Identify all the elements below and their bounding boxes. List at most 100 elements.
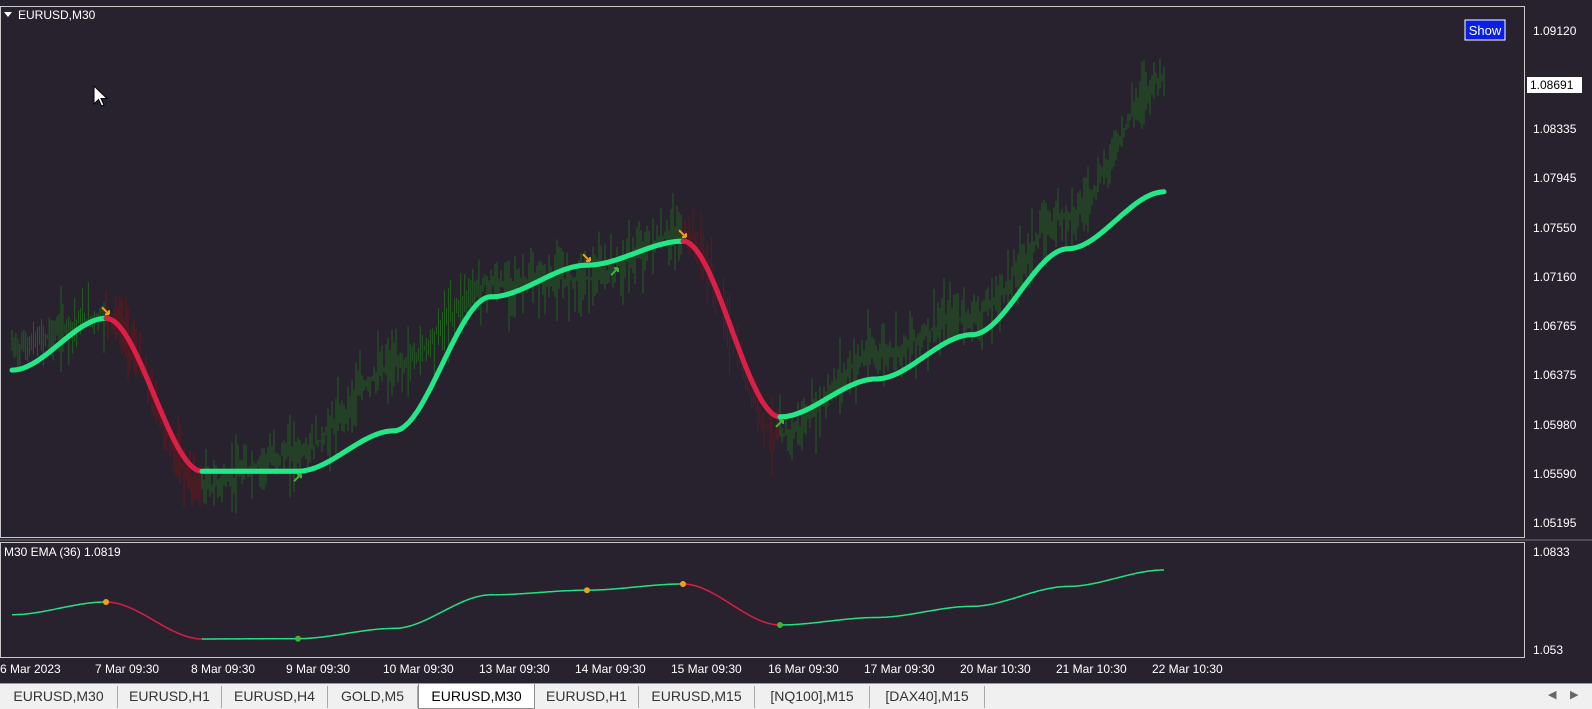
- show-button[interactable]: Show: [1464, 19, 1506, 41]
- scroll-right-icon[interactable]: ▶: [1570, 688, 1578, 701]
- ema-segment: [459, 601, 463, 604]
- ema-segment: [124, 605, 128, 608]
- price-axis-label: 1.06375: [1533, 368, 1577, 382]
- chart-tab[interactable]: EURUSD,M30: [0, 686, 118, 708]
- chart-tabs-bar: EURUSD,M30 EURUSD,H1 EURUSD,H4 GOLD,M5 E…: [0, 683, 1592, 709]
- ema-segment: [757, 619, 761, 622]
- ema-segment: [1125, 574, 1129, 577]
- ema-segment: [122, 604, 126, 607]
- time-axis-label: 14 Mar 09:30: [575, 662, 646, 676]
- ema-segment: [478, 595, 482, 598]
- ema-segment: [697, 585, 701, 589]
- ema-segment: [1010, 597, 1014, 601]
- ema-segment: [115, 602, 119, 605]
- current-price: 1.08691: [1530, 78, 1574, 92]
- ema-segment: [998, 601, 1002, 604]
- chart-tab[interactable]: EURUSD,M15: [639, 686, 755, 708]
- ema-segment: [1022, 594, 1026, 597]
- time-axis-label: 20 Mar 10:30: [960, 662, 1031, 676]
- time-axis-label: 22 Mar 10:30: [1152, 662, 1223, 676]
- ema-turn-dot: [680, 581, 686, 587]
- ema-segment: [1118, 576, 1121, 579]
- ema-segment: [187, 635, 191, 639]
- ema-segment: [129, 607, 133, 610]
- ema-segment: [1135, 572, 1138, 575]
- ema-turn-dot: [584, 587, 590, 594]
- chart-canvas[interactable]: EURUSD,M30 Show 1.09120 1.08335 1.07945 …: [0, 0, 1592, 709]
- ema-segment: [1132, 572, 1136, 575]
- ema-segment: [694, 584, 698, 588]
- ema-segment: [182, 634, 186, 637]
- time-axis-label: 7 Mar 09:30: [95, 662, 159, 676]
- ema-segment: [172, 630, 176, 633]
- chart-tab[interactable]: [NQ100],M15: [755, 686, 870, 708]
- ema-segment: [1002, 599, 1006, 603]
- ema-segment: [413, 623, 417, 626]
- ema-segment: [192, 637, 195, 640]
- ema-segment: [767, 622, 771, 625]
- chart-tab-active[interactable]: EURUSD,M30: [418, 684, 535, 709]
- ema-segment: [1005, 599, 1009, 602]
- ema-segment: [704, 588, 708, 592]
- ema-segment: [468, 597, 472, 600]
- time-axis-label: 16 Mar 09:30: [768, 662, 839, 676]
- ema-segment: [770, 623, 773, 626]
- ema-segment: [993, 602, 997, 605]
- chart-tab[interactable]: EURUSD,H1: [118, 686, 222, 708]
- ema-segment: [1000, 600, 1004, 603]
- ema-segment: [1123, 575, 1126, 578]
- ema-segment: [1127, 573, 1131, 576]
- time-axis-label: 6 Mar 2023: [0, 662, 61, 676]
- ema-segment: [42, 610, 46, 613]
- chart-tab[interactable]: EURUSD,H1: [535, 686, 639, 708]
- chart-tab[interactable]: [DAX40],M15: [870, 686, 985, 708]
- ema-segment: [418, 621, 421, 624]
- ema-segment: [1012, 597, 1016, 600]
- time-axis-label: 9 Mar 09:30: [286, 662, 350, 676]
- ema-segment: [464, 599, 468, 602]
- ema-segment: [1106, 579, 1109, 582]
- ema-segment: [120, 603, 124, 606]
- price-axis-label: 1.05590: [1533, 467, 1577, 481]
- ema-segment: [63, 606, 67, 609]
- ema-segment: [408, 624, 412, 628]
- ema-segment: [461, 600, 465, 603]
- ema-segment: [1113, 577, 1117, 580]
- chart-tab[interactable]: GOLD,M5: [328, 686, 418, 708]
- ema-segment: [1091, 582, 1095, 585]
- ema-segment: [58, 607, 62, 610]
- price-axis-label: 1.06765: [1533, 319, 1577, 333]
- ema-segment: [762, 620, 766, 624]
- ema-turn-dot: [295, 635, 301, 642]
- ema-segment: [1115, 576, 1119, 579]
- ema-segment: [1007, 598, 1011, 601]
- ema-segment: [61, 606, 64, 609]
- ema-segment: [1031, 591, 1035, 594]
- ema-segment: [177, 632, 181, 635]
- ema-segment: [175, 631, 179, 634]
- time-axis-label: 10 Mar 09:30: [383, 662, 454, 676]
- ema-segment: [466, 598, 470, 601]
- ema-segment: [1096, 581, 1100, 584]
- ema-segment: [755, 617, 759, 621]
- ema-segment: [1108, 578, 1112, 581]
- ema-segment: [1043, 588, 1047, 591]
- price-axis-label: 1.07160: [1533, 270, 1577, 284]
- ema-segment: [51, 608, 55, 611]
- ema-segment: [476, 595, 480, 598]
- price-axis-label: 1.05195: [1533, 516, 1577, 530]
- ema-segment: [456, 602, 460, 605]
- ema-segment: [690, 583, 693, 586]
- price-axis-label: 1.07945: [1533, 171, 1577, 185]
- indicator-axis-label: 1.053: [1533, 643, 1563, 657]
- ema-segment: [1014, 596, 1018, 599]
- scroll-left-icon[interactable]: ◀: [1548, 688, 1556, 701]
- time-axis-label: 8 Mar 09:30: [191, 662, 255, 676]
- chart-tab[interactable]: EURUSD,H4: [222, 686, 328, 708]
- ema-segment: [1026, 592, 1030, 595]
- ema-segment: [699, 586, 703, 589]
- ema-segment: [420, 620, 424, 623]
- ema-segment: [1099, 581, 1102, 584]
- ema-segment: [427, 617, 431, 620]
- price-axis-label: 1.07550: [1533, 221, 1577, 235]
